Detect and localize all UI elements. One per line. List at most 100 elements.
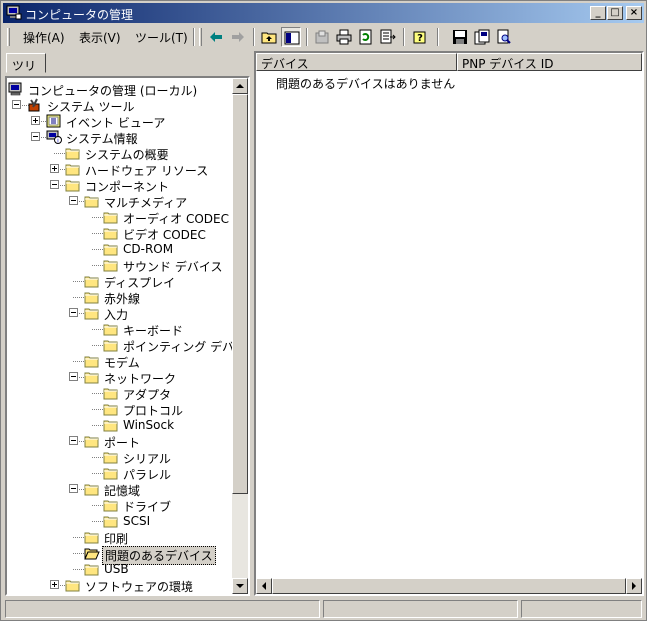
tree-item[interactable]: 入力 xyxy=(7,305,236,322)
event-viewer-icon xyxy=(46,114,61,128)
tree-item[interactable]: アダプタ xyxy=(7,385,236,402)
tree-item[interactable]: i システム情報 xyxy=(7,129,236,146)
tree-item[interactable]: キーボード xyxy=(7,321,236,338)
tree-vertical-scrollbar[interactable] xyxy=(232,78,248,594)
save-button[interactable] xyxy=(450,27,470,47)
scroll-up-button[interactable] xyxy=(232,78,248,94)
properties-icon xyxy=(315,30,329,44)
plus-icon xyxy=(35,118,36,123)
up-level-button[interactable] xyxy=(259,27,279,47)
back-button[interactable] xyxy=(206,27,226,47)
tree-item[interactable]: WinSock xyxy=(7,417,236,433)
tree-item[interactable]: プロトコル xyxy=(7,401,236,418)
minimize-button[interactable]: _ xyxy=(590,6,606,20)
maximize-button[interactable]: □ xyxy=(607,6,623,20)
tree-item[interactable]: ポインティング デバイス xyxy=(7,337,236,354)
tree-item[interactable]: パラレル xyxy=(7,465,236,482)
tree-item[interactable]: システムの概要 xyxy=(7,145,236,162)
tree-item[interactable]: 印刷 xyxy=(7,529,236,546)
expand-toggle[interactable] xyxy=(50,580,59,589)
tree-item[interactable]: コンピュータの管理 (ローカル) xyxy=(7,81,236,98)
collapse-toggle[interactable] xyxy=(69,308,78,317)
folder-icon xyxy=(84,292,99,304)
scroll-right-button[interactable] xyxy=(626,578,642,594)
minus-icon xyxy=(33,136,38,137)
search-button[interactable] xyxy=(494,27,514,47)
scroll-down-button[interactable] xyxy=(232,578,248,594)
title-bar[interactable]: コンピュータの管理 _ □ × xyxy=(3,3,644,23)
menu-view[interactable]: 表示(V) xyxy=(79,29,121,46)
arrow-up-icon xyxy=(236,84,244,88)
folder-icon xyxy=(65,580,80,592)
tree-item[interactable]: ネットワーク xyxy=(7,369,236,386)
collapse-toggle[interactable] xyxy=(31,132,40,141)
collapse-toggle[interactable] xyxy=(12,100,21,109)
tree-item[interactable]: SCSI xyxy=(7,513,236,529)
status-panel-2 xyxy=(323,600,518,618)
tree-item[interactable]: システム ツール xyxy=(7,97,236,114)
tree-pane[interactable]: コンピュータの管理 (ローカル) システム ツール イベント ビューア i システム情報… xyxy=(5,76,250,596)
show-hide-tree-button[interactable] xyxy=(281,27,301,47)
folder-icon xyxy=(65,180,80,192)
computer-icon xyxy=(8,82,22,96)
tab-tree[interactable]: ツリー xyxy=(6,53,46,90)
print-button[interactable] xyxy=(334,27,354,47)
up-folder-icon xyxy=(261,32,277,44)
tree-item[interactable]: CD-ROM xyxy=(7,241,236,257)
tree-item[interactable]: ポート xyxy=(7,433,236,450)
column-header-device[interactable]: デバイス xyxy=(256,53,457,71)
folder-icon xyxy=(84,564,99,576)
list-horizontal-scrollbar[interactable] xyxy=(256,578,642,594)
tree-item[interactable]: マルチメディア xyxy=(7,193,236,210)
tree-item[interactable]: ディスプレイ xyxy=(7,273,236,290)
folder-icon xyxy=(103,260,118,272)
close-button[interactable]: × xyxy=(626,6,642,20)
expand-toggle[interactable] xyxy=(50,164,59,173)
folder-icon xyxy=(103,212,118,224)
folder-icon xyxy=(65,148,80,160)
tree-item[interactable]: サウンド デバイス xyxy=(7,257,236,274)
collapse-toggle[interactable] xyxy=(69,484,78,493)
toolbar-grip[interactable] xyxy=(199,28,202,46)
tree-view[interactable]: コンピュータの管理 (ローカル) システム ツール イベント ビューア i システム情報… xyxy=(7,78,236,594)
help-button[interactable]: ? xyxy=(411,27,431,47)
find-button[interactable] xyxy=(472,27,492,47)
window-title: コンピュータの管理 xyxy=(25,8,134,22)
tree-item[interactable]: オーディオ CODEC xyxy=(7,209,236,226)
collapse-toggle[interactable] xyxy=(50,180,59,189)
collapse-toggle[interactable] xyxy=(69,372,78,381)
column-header-pnp-id[interactable]: PNP デバイス ID xyxy=(457,53,642,71)
tree-item[interactable]: モデム xyxy=(7,353,236,370)
arrow-right-icon xyxy=(632,582,636,590)
collapse-toggle[interactable] xyxy=(69,196,78,205)
forward-button[interactable] xyxy=(228,27,248,47)
tree-item[interactable]: ビデオ CODEC xyxy=(7,225,236,242)
refresh-button[interactable] xyxy=(356,27,376,47)
menu-tools[interactable]: ツール(T) xyxy=(135,29,188,46)
tree-item[interactable]: USB xyxy=(7,561,236,577)
tree-item[interactable]: コンポーネント xyxy=(7,177,236,194)
collapse-toggle[interactable] xyxy=(69,436,78,445)
tree-item[interactable]: 記憶域 xyxy=(7,481,236,498)
folder-icon xyxy=(103,244,118,256)
tree-item[interactable]: ソフトウェアの環境 xyxy=(7,577,236,594)
properties-button[interactable] xyxy=(312,27,332,47)
tree-item[interactable]: イベント ビューア xyxy=(7,113,236,130)
status-panel-1 xyxy=(5,600,320,618)
scroll-thumb[interactable] xyxy=(232,94,248,494)
list-pane[interactable]: デバイス PNP デバイス ID 問題のあるデバイスはありません xyxy=(254,51,644,596)
tree-item[interactable]: 赤外線 xyxy=(7,289,236,306)
expand-toggle[interactable] xyxy=(31,116,40,125)
scroll-thumb[interactable] xyxy=(272,578,626,594)
toolbar-grip[interactable] xyxy=(7,28,10,46)
export-list-button[interactable] xyxy=(378,27,398,47)
system-info-icon: i xyxy=(46,130,62,144)
scroll-left-button[interactable] xyxy=(256,578,272,594)
folder-icon xyxy=(84,532,99,544)
tree-item[interactable]: 問題のあるデバイス xyxy=(7,545,236,565)
tree-item[interactable]: シリアル xyxy=(7,449,236,466)
tree-item[interactable]: ドライブ xyxy=(7,497,236,514)
menu-action[interactable]: 操作(A) xyxy=(23,29,65,46)
arrow-left-icon xyxy=(262,582,266,590)
tree-item[interactable]: ハードウェア リソース xyxy=(7,161,236,178)
